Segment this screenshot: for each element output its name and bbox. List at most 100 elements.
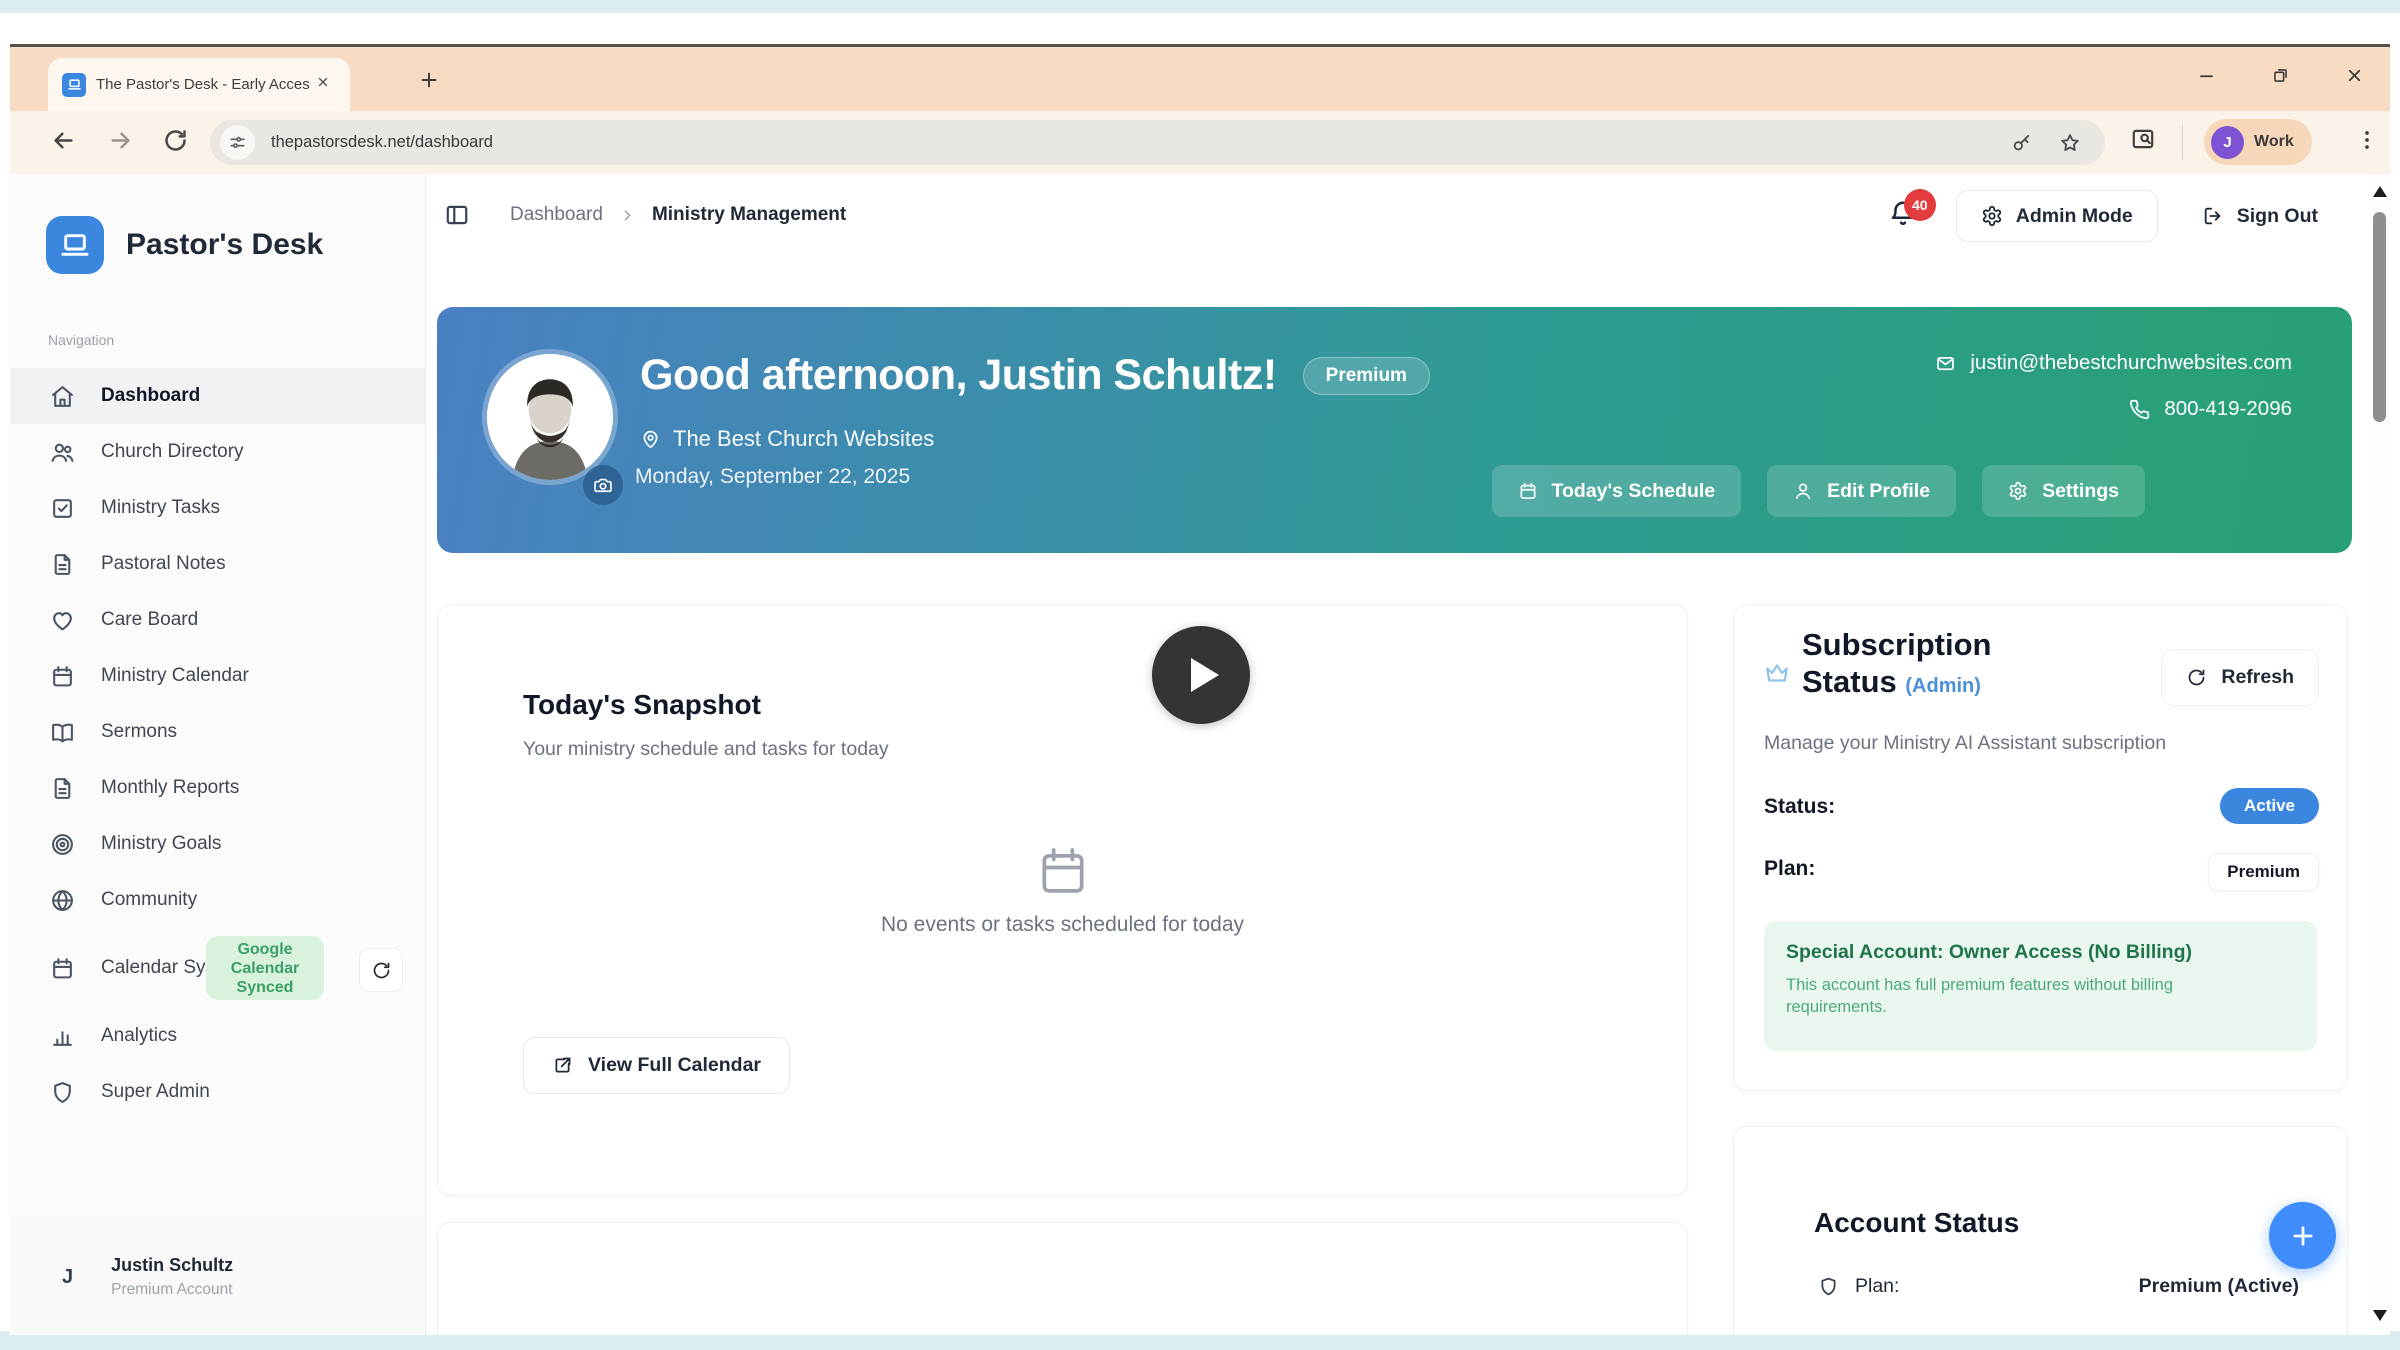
view-full-calendar-button[interactable]: View Full Calendar (523, 1037, 790, 1094)
sidebar-item-ministry-goals[interactable]: Ministry Goals (10, 816, 425, 872)
page-scrollbar[interactable] (2370, 174, 2390, 1335)
floating-add-button[interactable] (2269, 1202, 2336, 1269)
mail-icon (1935, 353, 1956, 374)
window-close-button[interactable] (2342, 63, 2366, 87)
sidebar-item-label: Super Admin (101, 1080, 210, 1104)
log-out-icon (2202, 205, 2224, 227)
plan-premium-badge: Premium (2208, 853, 2319, 891)
window-minimize-button[interactable] (2194, 63, 2218, 87)
file-text-icon (50, 552, 75, 577)
play-icon (1191, 658, 1219, 692)
browser-profile-chip[interactable]: J Work (2204, 119, 2312, 165)
admin-mode-button[interactable]: Admin Mode (1956, 190, 2158, 242)
hero-email[interactable]: justin@thebestchurchwebsites.com (1970, 351, 2292, 375)
settings-icon (2008, 481, 2028, 501)
back-button[interactable] (50, 127, 80, 157)
window-restore-button[interactable] (2268, 63, 2292, 87)
new-tab-button[interactable] (418, 69, 444, 95)
scroll-up-arrow[interactable] (2373, 186, 2387, 197)
sidebar-item-care-board[interactable]: Care Board (10, 592, 425, 648)
hero-button-label: Settings (2042, 480, 2119, 503)
plan-label: Plan: (1764, 857, 1815, 881)
site-settings-icon[interactable] (220, 125, 255, 160)
calendar-icon (50, 664, 75, 689)
sidebar-item-super-admin[interactable]: Super Admin (10, 1064, 425, 1120)
sign-out-button[interactable]: Sign Out (2192, 190, 2328, 242)
sidebar-item-dashboard[interactable]: Dashboard (10, 368, 425, 424)
user-avatar: J (62, 1266, 73, 1289)
sidebar-item-monthly-reports[interactable]: Monthly Reports (10, 760, 425, 816)
user-icon (1793, 481, 1813, 501)
hero-phone[interactable]: 800-419-2096 (2164, 397, 2292, 421)
sidebar-item-label: Dashboard (101, 384, 200, 408)
scrollbar-thumb[interactable] (2373, 212, 2386, 422)
today-s-schedule-button[interactable]: Today's Schedule (1492, 465, 1742, 517)
snapshot-title: Today's Snapshot (523, 689, 761, 721)
globe-icon (50, 888, 75, 913)
crown-icon (1764, 661, 1790, 687)
sidebar-toggle-icon[interactable] (444, 202, 470, 228)
main-content: Dashboard Ministry Management 40 Admin M… (426, 174, 2390, 1335)
calendar-icon (1518, 481, 1538, 501)
browser-tabstrip: The Pastor's Desk - Early Acces (10, 47, 2390, 111)
browser-toolbar: thepastorsdesk.net/dashboard J Work (10, 111, 2390, 174)
premium-badge: Premium (1303, 357, 1430, 395)
lower-card-partial (437, 1222, 1688, 1335)
sidebar-item-label: Care Board (101, 608, 198, 632)
side-panel-search-icon[interactable] (2130, 126, 2156, 152)
refresh-button[interactable]: Refresh (2161, 649, 2319, 706)
forward-button[interactable] (107, 127, 137, 157)
toolbar-divider (2182, 125, 2183, 159)
calendar-sync-refresh-button[interactable] (359, 948, 403, 992)
sidebar-item-ministry-tasks[interactable]: Ministry Tasks (10, 480, 425, 536)
snapshot-subtitle: Your ministry schedule and tasks for tod… (523, 738, 889, 761)
hero-greeting: Good afternoon, Justin Schultz! (640, 351, 1277, 400)
sidebar-item-label: Community (101, 888, 197, 912)
status-label: Status: (1764, 795, 1835, 819)
profile-photo[interactable] (487, 354, 613, 480)
home-icon (50, 384, 75, 409)
breadcrumb: Dashboard Ministry Management (510, 204, 846, 226)
todays-snapshot-card: Today's Snapshot Your ministry schedule … (437, 604, 1688, 1196)
tab-close-icon[interactable] (316, 75, 336, 95)
notifications-button[interactable]: 40 (1888, 199, 1922, 239)
sidebar-item-analytics[interactable]: Analytics (10, 1008, 425, 1064)
subscription-title: Subscription Status (Admin) (1802, 627, 2072, 700)
sidebar-item-sermons[interactable]: Sermons (10, 704, 425, 760)
breadcrumb-current: Ministry Management (652, 204, 846, 226)
video-play-button[interactable] (1152, 626, 1250, 724)
url-bar[interactable]: thepastorsdesk.net/dashboard (210, 120, 2105, 165)
change-photo-button[interactable] (583, 465, 623, 505)
sidebar-item-label: Ministry Tasks (101, 496, 220, 520)
shield-icon (1818, 1276, 1839, 1297)
sidebar-item-label: Pastoral Notes (101, 552, 226, 576)
reload-button[interactable] (162, 127, 192, 157)
password-key-icon[interactable] (2011, 132, 2033, 154)
phone-icon (2129, 399, 2150, 420)
edit-profile-button[interactable]: Edit Profile (1767, 465, 1956, 517)
bookmark-star-icon[interactable] (2059, 132, 2081, 154)
app-logo[interactable]: Pastor's Desk (46, 216, 323, 274)
status-active-badge: Active (2220, 788, 2319, 824)
url-text[interactable]: thepastorsdesk.net/dashboard (271, 133, 2011, 152)
browser-window: The Pastor's Desk - Early Acces thepasto… (10, 44, 2390, 1335)
gear-icon (1981, 205, 2003, 227)
subscription-subtitle: Manage your Ministry AI Assistant subscr… (1764, 732, 2166, 755)
book-open-icon (50, 720, 75, 745)
scroll-down-arrow[interactable] (2373, 1310, 2387, 1321)
breadcrumb-dashboard[interactable]: Dashboard (510, 204, 603, 226)
tab-title: The Pastor's Desk - Early Acces (96, 76, 310, 93)
sidebar-item-label: Ministry Goals (101, 832, 221, 856)
settings-button[interactable]: Settings (1982, 465, 2145, 517)
sidebar-item-calendar-sync[interactable]: Calendar SyncGoogle Calendar Synced (10, 928, 425, 1008)
sidebar-item-community[interactable]: Community (10, 872, 425, 928)
sidebar-user[interactable]: J Justin Schultz Premium Account (10, 1219, 424, 1335)
sidebar-item-church-directory[interactable]: Church Directory (10, 424, 425, 480)
browser-tab[interactable]: The Pastor's Desk - Early Acces (48, 58, 350, 111)
sidebar-item-pastoral-notes[interactable]: Pastoral Notes (10, 536, 425, 592)
user-name: Justin Schultz (111, 1255, 233, 1276)
chevron-right-icon (619, 207, 636, 224)
browser-menu-icon[interactable] (2354, 127, 2380, 153)
users-icon (50, 440, 75, 465)
sidebar-item-ministry-calendar[interactable]: Ministry Calendar (10, 648, 425, 704)
